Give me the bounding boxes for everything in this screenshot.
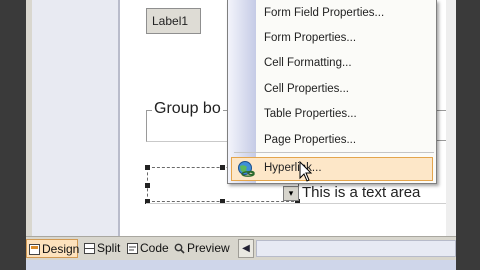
menu-item-table-properties[interactable]: Table Properties... (256, 103, 436, 125)
menu-icon-gutter (228, 0, 256, 183)
menu-item-form-properties[interactable]: Form Properties... (256, 27, 436, 49)
split-view-icon (84, 243, 95, 255)
text-area-label: This is a text area (302, 184, 421, 201)
menu-item-hyperlink[interactable]: Hyperlink... (231, 157, 433, 181)
tab-preview[interactable]: Preview (172, 239, 232, 258)
globe-link-icon (238, 161, 255, 177)
design-surface-margin (32, 0, 120, 236)
horizontal-scrollbar[interactable] (256, 240, 456, 257)
context-menu: Form Field Properties... Form Properties… (227, 0, 437, 184)
scroll-left-button[interactable]: ◀ (238, 239, 254, 258)
resize-handle-top[interactable] (220, 165, 225, 170)
dropdown-arrow-button[interactable]: ▾ (283, 186, 299, 201)
tab-design[interactable]: Design (26, 239, 80, 258)
menu-separator (234, 152, 434, 153)
tab-code[interactable]: Code (125, 239, 169, 258)
menu-item-form-field-properties[interactable]: Form Field Properties... (256, 2, 436, 24)
resize-handle-top-left[interactable] (145, 165, 150, 170)
right-dark-border (456, 0, 480, 270)
menu-item-cell-formatting[interactable]: Cell Formatting... (256, 52, 436, 74)
design-view-icon (29, 244, 40, 256)
tab-code-label: Code (140, 241, 169, 255)
label1-control[interactable]: Label1 (146, 8, 201, 34)
code-view-icon (127, 243, 138, 255)
tab-preview-label: Preview (187, 241, 230, 255)
right-margin (446, 0, 456, 236)
preview-magnifier-icon (174, 243, 185, 254)
resize-handle-left[interactable] (145, 183, 150, 188)
status-bar (26, 260, 456, 270)
mouse-pointer-icon (299, 161, 313, 182)
menu-item-page-properties[interactable]: Page Properties... (256, 129, 436, 151)
group-box-label: Group bo (152, 100, 223, 118)
tab-split[interactable]: Split (82, 239, 122, 258)
tab-design-label: Design (42, 242, 80, 256)
view-tab-bar: Design Split Code Preview ◀ (26, 236, 456, 260)
tab-split-label: Split (97, 241, 121, 255)
left-dark-border (0, 0, 26, 270)
menu-item-cell-properties[interactable]: Cell Properties... (256, 78, 436, 100)
divider (146, 203, 446, 204)
